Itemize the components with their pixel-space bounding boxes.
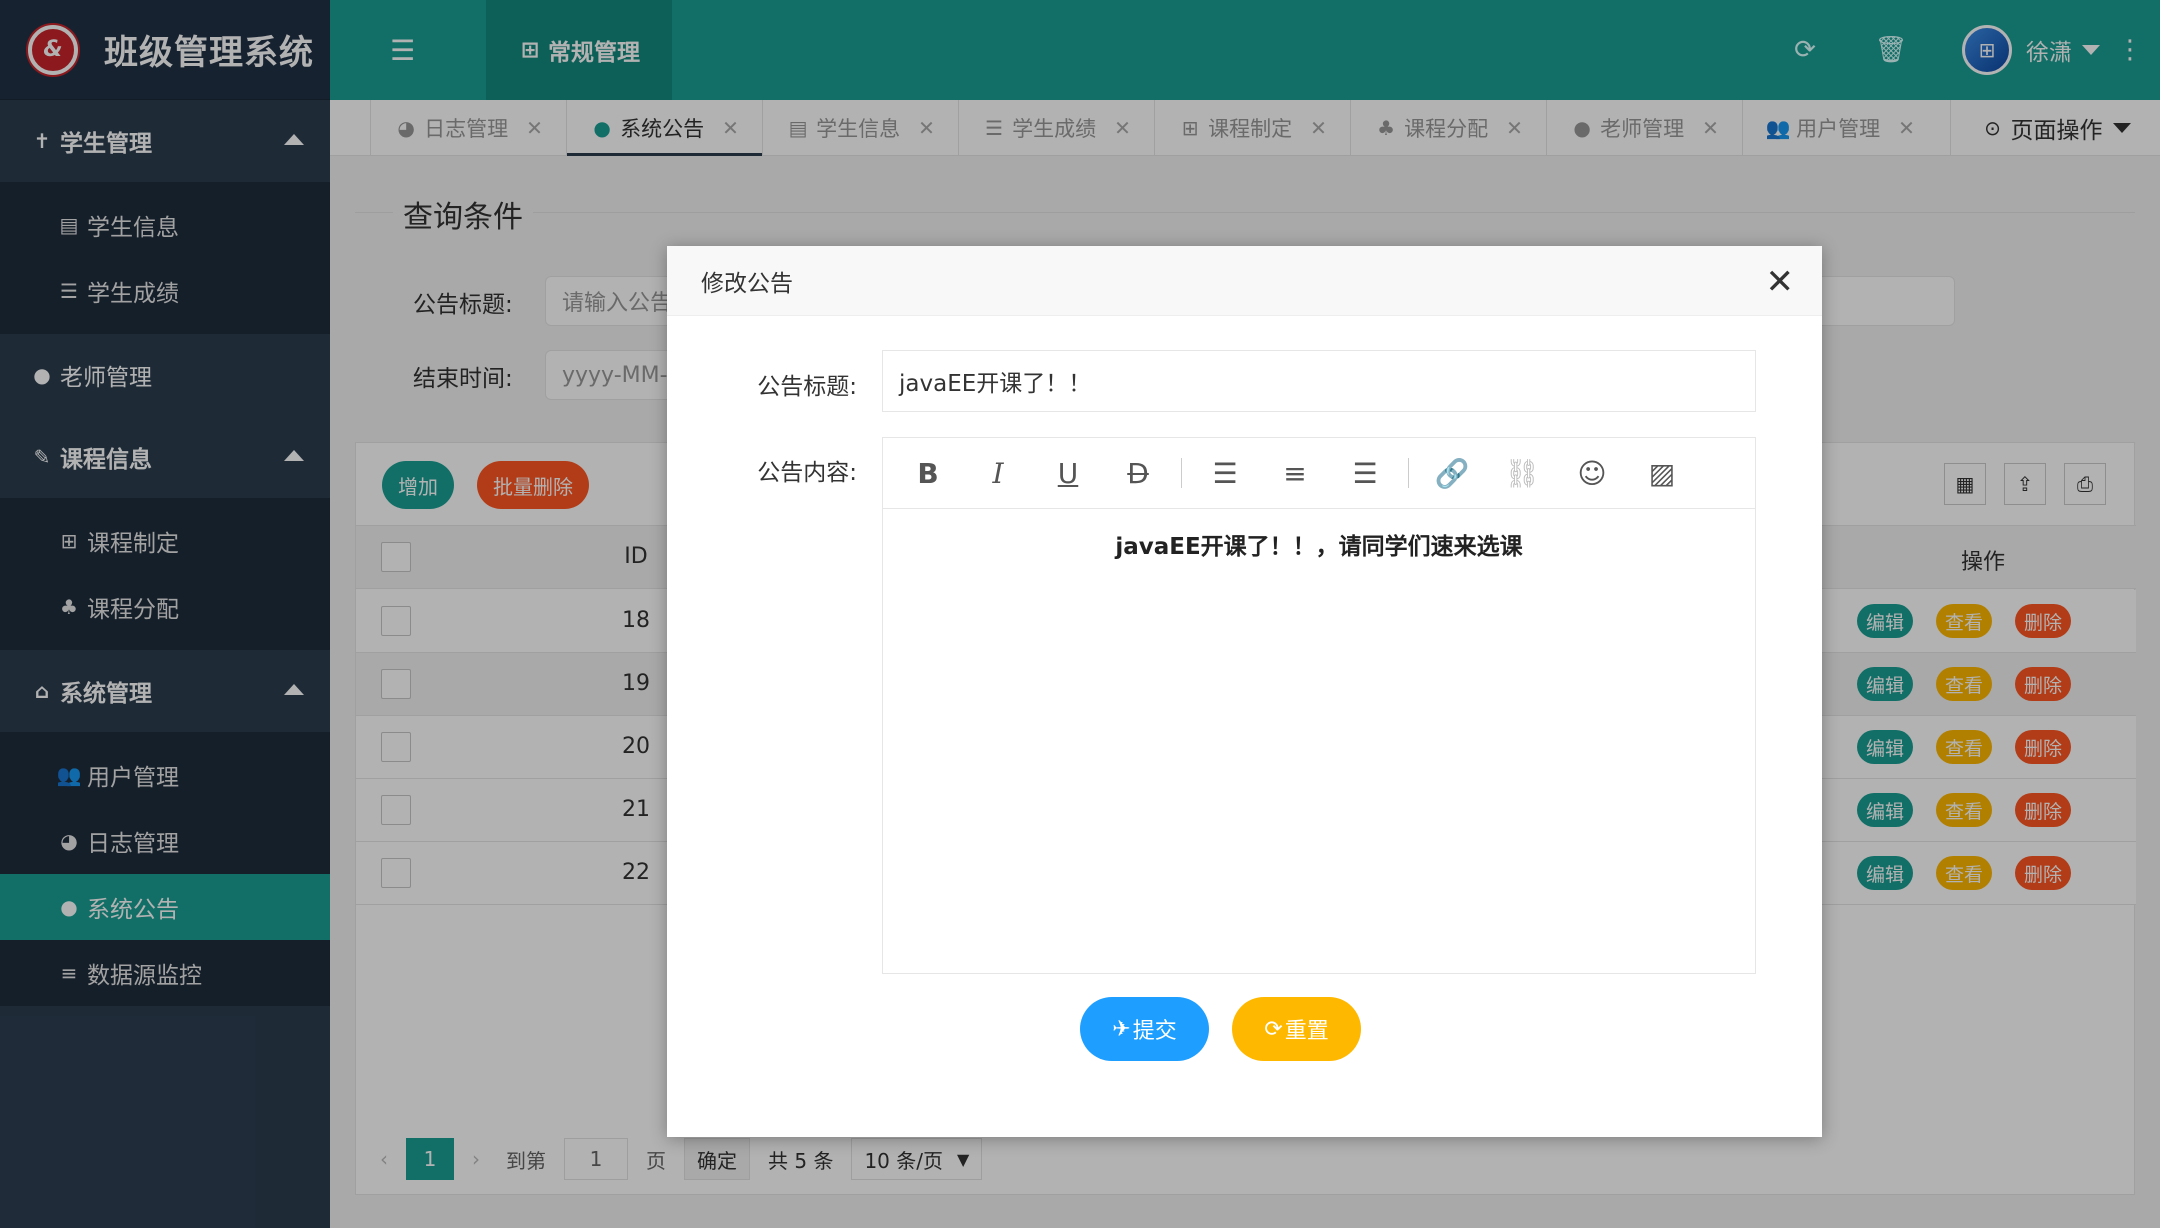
strikethrough-icon[interactable]: D: [1103, 457, 1173, 490]
close-icon[interactable]: ✕: [1766, 262, 1795, 302]
unlink-icon[interactable]: ⛓: [1487, 457, 1557, 490]
submit-label: 提交: [1132, 1019, 1177, 1044]
reset-button[interactable]: ⟳ 重置: [1232, 997, 1361, 1061]
align-right-icon[interactable]: ☰: [1330, 457, 1400, 490]
submit-button[interactable]: ✈ 提交: [1080, 997, 1209, 1061]
modal-title: 修改公告: [701, 270, 793, 297]
send-icon: ✈: [1112, 1016, 1131, 1042]
notice-title-label: 公告标题:: [757, 374, 857, 400]
notice-title-input[interactable]: javaEE开课了！！: [882, 350, 1756, 412]
align-center-icon[interactable]: ≡: [1260, 457, 1330, 490]
link-icon[interactable]: 🔗: [1417, 457, 1487, 490]
toolbar-divider: [1181, 458, 1182, 488]
image-icon[interactable]: ▨: [1627, 457, 1697, 490]
rich-text-editor: B I U D ☰ ≡ ☰ 🔗 ⛓ ☺ ▨ javaEE开课了！！，请同学们速来…: [882, 437, 1756, 974]
editor-content[interactable]: javaEE开课了！！，请同学们速来选课: [883, 509, 1755, 561]
reset-label: 重置: [1284, 1019, 1329, 1044]
modal-header: 修改公告 ✕: [667, 246, 1822, 316]
refresh-icon: ⟳: [1264, 1016, 1283, 1042]
notice-content-label: 公告内容:: [757, 460, 857, 486]
edit-notice-modal: 修改公告 ✕ 公告标题: javaEE开课了！！ 公告内容: B I U D ☰…: [667, 246, 1822, 1137]
bold-icon[interactable]: B: [893, 457, 963, 490]
align-left-icon[interactable]: ☰: [1190, 457, 1260, 490]
emoji-icon[interactable]: ☺: [1557, 457, 1627, 490]
toolbar-divider: [1408, 458, 1409, 488]
notice-content-value: javaEE开课了！！，请同学们速来选课: [1115, 534, 1523, 560]
underline-icon[interactable]: U: [1033, 457, 1103, 490]
italic-icon[interactable]: I: [963, 457, 1033, 490]
notice-title-value: javaEE开课了！！: [899, 371, 1092, 397]
editor-toolbar: B I U D ☰ ≡ ☰ 🔗 ⛓ ☺ ▨: [883, 438, 1755, 509]
